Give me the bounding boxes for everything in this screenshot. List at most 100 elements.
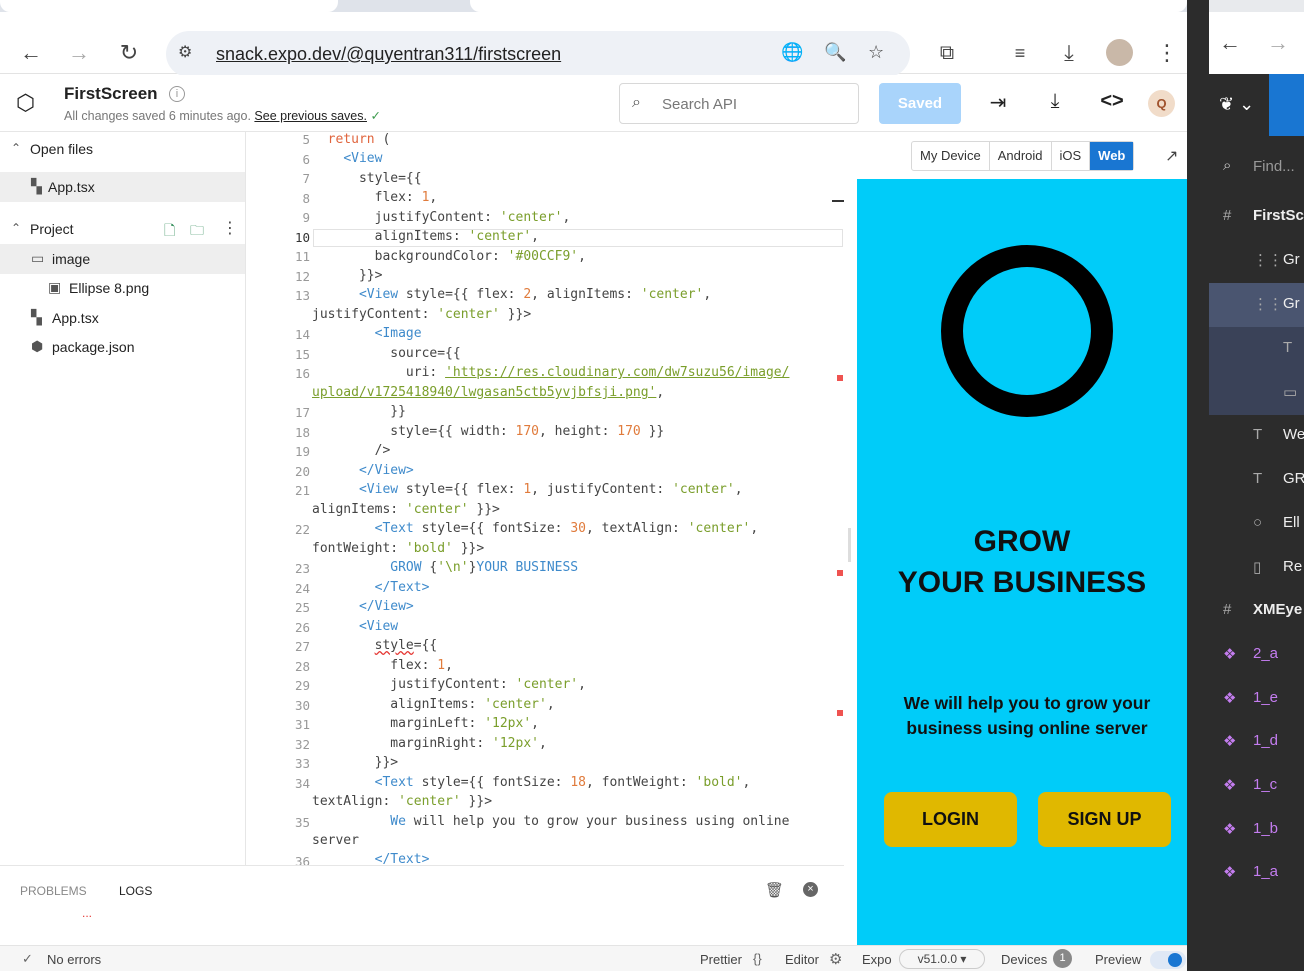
extensions-icon[interactable]: ⧉ (935, 41, 959, 65)
figma-layer[interactable]: ❖ 2_a (1209, 633, 1304, 677)
signup-button[interactable]: SIGN UP (1038, 792, 1171, 847)
figma-layer[interactable]: ○ Ell (1209, 502, 1304, 546)
saved-button[interactable]: Saved (879, 83, 961, 124)
prettier-label[interactable]: Prettier (700, 952, 742, 967)
move-tool-icon[interactable] (1269, 74, 1304, 136)
site-settings-icon[interactable]: ⚙ (178, 42, 192, 62)
layer-icon: ❖ (1223, 646, 1237, 663)
expo-version-select[interactable]: v51.0.0 ▾ (899, 949, 985, 969)
info-icon[interactable]: i (169, 86, 185, 102)
fold-indicator (832, 200, 844, 202)
open-file-item[interactable]: ▚ App.tsx (0, 172, 245, 202)
line-number: 18 (294, 424, 310, 440)
see-previous-saves-link[interactable]: See previous saves. (254, 109, 367, 123)
line-number: 23 (294, 561, 310, 576)
figma-find[interactable]: ⌕ Find... (1209, 145, 1304, 189)
errors-status[interactable]: No errors (47, 952, 101, 967)
code-line: flex: 1, (312, 658, 453, 673)
code-line: }}> (312, 755, 399, 770)
devices-count-badge: 1 (1053, 949, 1072, 968)
translate-icon[interactable]: 🌐 (781, 42, 803, 63)
code-line: backgroundColor: '#00CCF9', (312, 249, 586, 264)
open-external-icon[interactable]: ↗ (1165, 146, 1178, 166)
more-options-icon[interactable]: ⋮ (222, 218, 238, 238)
platform-tab-android[interactable]: Android (990, 142, 1052, 170)
figma-layer[interactable]: ❖ 1_c (1209, 764, 1304, 808)
layer-label: 1_a (1253, 863, 1279, 880)
line-number: 29 (294, 678, 310, 693)
export-icon[interactable]: ⇥ (985, 90, 1011, 115)
figma-layer[interactable]: ▭ (1209, 371, 1304, 415)
figma-layer[interactable]: ❖ 1_e (1209, 677, 1304, 721)
editor-label[interactable]: Editor (785, 952, 819, 967)
code-line: <Text style={{ fontSize: 18, fontWeight:… (374, 775, 751, 790)
figma-layer[interactable]: # FirstSc (1209, 195, 1304, 239)
devices-label[interactable]: Devices (1001, 952, 1047, 967)
platform-tab-ios[interactable]: iOS (1052, 142, 1091, 170)
reload-icon[interactable]: ↻ (117, 41, 141, 65)
menu-kebab-icon[interactable]: ⋮ (1155, 41, 1179, 65)
figma-layer[interactable]: ⋮⋮ Gr (1209, 239, 1304, 283)
project-title[interactable]: FirstScreen (64, 84, 158, 104)
new-file-icon[interactable]: 🗋 (164, 220, 175, 244)
preview-toggle[interactable] (1150, 951, 1186, 969)
scrollbar[interactable] (848, 528, 851, 562)
figma-menu-icon[interactable]: ❦ ⌄ (1219, 94, 1254, 115)
snack-logo-icon[interactable]: ⬡ (16, 90, 35, 116)
new-folder-icon[interactable]: 🗀 (190, 220, 204, 244)
search-api-input[interactable]: ⌕ Search API (619, 83, 859, 124)
back-arrow-icon[interactable]: ← (19, 41, 43, 65)
figma-layer[interactable]: ⋮⋮ Gr (1209, 283, 1304, 327)
trash-icon[interactable]: 🗑 (765, 881, 784, 899)
figma-layer[interactable]: # XMEye (1209, 589, 1304, 633)
layer-label: 1_b (1253, 820, 1279, 837)
figma-layer[interactable]: ❖ 1_b (1209, 808, 1304, 852)
gear-icon[interactable]: ⚙ (829, 950, 842, 968)
figma-layer[interactable]: ▯ Re (1209, 546, 1304, 590)
layer-icon: ❖ (1223, 690, 1237, 707)
project-header[interactable]: Project (30, 221, 74, 237)
file-icon: ▚ (31, 178, 42, 194)
figma-layer[interactable]: ❖ 1_a (1209, 851, 1304, 895)
open-files-header[interactable]: Open files (30, 141, 93, 157)
chevron-up-icon[interactable]: ⌃ (11, 221, 21, 235)
chevron-up-icon[interactable]: ⌃ (11, 141, 21, 155)
user-avatar[interactable]: Q (1148, 90, 1175, 117)
address-bar[interactable]: ⚙ snack.expo.dev/@quyentran311/firstscre… (166, 31, 910, 77)
embed-code-icon[interactable]: <> (1099, 90, 1125, 113)
tree-item-app[interactable]: ▚ App.tsx (0, 303, 245, 333)
tree-item-image[interactable]: ▭ image (0, 244, 245, 274)
save-status-text: All changes saved 6 minutes ago. (64, 109, 251, 123)
back-arrow-icon[interactable]: ← (1219, 30, 1241, 56)
braces-icon[interactable]: {} (753, 951, 762, 966)
forward-arrow-icon[interactable]: → (1267, 30, 1289, 56)
figma-layer[interactable]: T GR (1209, 458, 1304, 502)
tree-item-package[interactable]: ⬢ package.json (0, 332, 245, 362)
figma-layer[interactable]: ❖ 1_d (1209, 720, 1304, 764)
code-line: GROW {'\n'}YOUR BUSINESS (390, 560, 579, 575)
download-project-icon[interactable]: ⤓ (1042, 90, 1068, 113)
close-panel-icon[interactable]: × (803, 882, 818, 897)
browser-tab[interactable] (0, 0, 338, 12)
tree-item-label: package.json (52, 339, 135, 355)
layer-icon: ▭ (1283, 384, 1298, 401)
code-line: }} (312, 404, 406, 419)
bookmark-star-icon[interactable]: ☆ (868, 42, 884, 63)
platform-tab-web[interactable]: Web (1090, 142, 1134, 170)
tree-item-ellipse[interactable]: ▣ Ellipse 8.png (0, 273, 245, 303)
media-queue-icon[interactable]: ≡ (1008, 41, 1032, 65)
tab-problems[interactable]: PROBLEMS (20, 884, 87, 898)
url-text[interactable]: snack.expo.dev/@quyentran311/firstscreen (216, 44, 561, 65)
forward-arrow-icon[interactable]: → (67, 41, 91, 65)
tab-logs[interactable]: LOGS (119, 884, 152, 898)
figma-layer[interactable]: T We (1209, 414, 1304, 458)
platform-tab-my-device[interactable]: My Device (912, 142, 990, 170)
figma-layer[interactable]: T (1209, 327, 1304, 371)
download-icon[interactable]: ⤓ (1057, 41, 1081, 65)
code-editor[interactable]: 5 6 7 8 9 10 11 12 13 14 15 16 17 18 19 20 21 22 23 24 25 26 2… (246, 132, 856, 865)
login-button[interactable]: LOGIN (884, 792, 1017, 847)
browser-tab-active[interactable] (470, 0, 1187, 12)
profile-avatar[interactable] (1106, 39, 1133, 66)
zoom-icon[interactable]: 🔍 (824, 42, 846, 63)
layer-label: Re (1283, 558, 1303, 575)
